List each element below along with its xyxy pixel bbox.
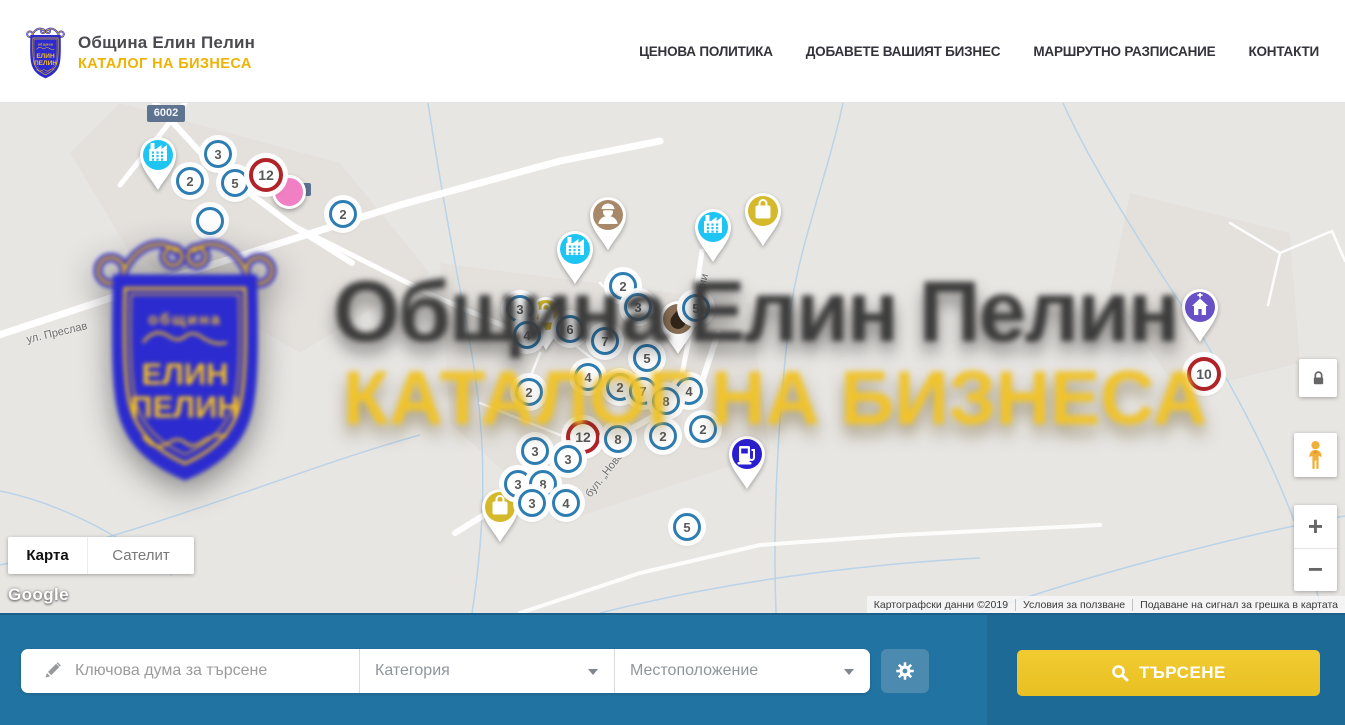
main-nav: ЦЕНОВА ПОЛИТИКА ДОБАВЕТЕ ВАШИЯТ БИЗНЕС М… bbox=[639, 0, 1319, 103]
site-title: Община Елин Пелин bbox=[78, 33, 255, 53]
cluster-marker[interactable]: 12 bbox=[249, 158, 283, 192]
google-logo[interactable]: Google bbox=[8, 585, 69, 605]
attribution-terms-link[interactable]: Условия за ползване bbox=[1015, 599, 1132, 611]
map-lock-button[interactable] bbox=[1299, 359, 1337, 397]
cluster-marker[interactable]: 2 bbox=[329, 200, 357, 228]
zoom-in-button[interactable]: + bbox=[1294, 505, 1337, 549]
chevron-down-icon bbox=[588, 669, 598, 675]
cluster-marker[interactable]: 2 bbox=[515, 378, 543, 406]
lock-icon bbox=[1310, 370, 1327, 387]
cluster-marker[interactable]: 3 bbox=[554, 445, 582, 473]
cluster-marker[interactable]: 5 bbox=[673, 513, 701, 541]
zoom-control: + − bbox=[1294, 505, 1337, 591]
map-pin-factory-icon[interactable] bbox=[552, 228, 598, 291]
cluster-marker[interactable]: 10 bbox=[1187, 357, 1221, 391]
search-settings-button[interactable] bbox=[881, 649, 929, 693]
category-dropdown[interactable]: Категория bbox=[360, 649, 615, 693]
cluster-marker[interactable]: 3 bbox=[518, 489, 546, 517]
cluster-marker[interactable]: 7 bbox=[591, 327, 619, 355]
map-view-button[interactable]: Карта bbox=[8, 537, 88, 574]
cluster-marker[interactable]: 2 bbox=[649, 422, 677, 450]
cluster-marker[interactable]: 8 bbox=[604, 425, 632, 453]
cluster-marker[interactable]: 5 bbox=[682, 294, 710, 322]
search-button-label: ТЪРСЕНЕ bbox=[1139, 663, 1226, 683]
search-bar: ТЪРСЕНЕ Категория Местоположение bbox=[0, 613, 1345, 725]
keyword-field-section bbox=[21, 649, 360, 693]
attribution-report-error-link[interactable]: Подаване на сигнал за грешка в картата bbox=[1132, 599, 1345, 611]
municipality-shield-icon: община ЕЛИН ПЕЛИН bbox=[22, 22, 69, 82]
nav-add-your-business[interactable]: ДОБАВЕТЕ ВАШИЯТ БИЗНЕС bbox=[806, 44, 1001, 59]
chevron-down-icon bbox=[844, 669, 854, 675]
svg-text:ЕЛИН: ЕЛИН bbox=[36, 53, 55, 60]
pegman-icon bbox=[1304, 440, 1327, 471]
svg-text:ПЕЛИН: ПЕЛИН bbox=[34, 60, 57, 67]
cluster-marker[interactable]: 2 bbox=[176, 167, 204, 195]
cluster-marker[interactable]: 3 bbox=[624, 293, 652, 321]
page: община ЕЛИН ПЕЛИН Община Елин Пелин КАТА… bbox=[0, 0, 1345, 725]
map-pin-fuel-icon[interactable] bbox=[724, 433, 770, 496]
search-button[interactable]: ТЪРСЕНЕ bbox=[1017, 650, 1320, 696]
map-pin-factory-icon[interactable] bbox=[690, 206, 736, 269]
map-type-control: Карта Сателит bbox=[8, 537, 194, 574]
satellite-view-button[interactable]: Сателит bbox=[88, 537, 194, 574]
logo-text: Община Елин Пелин КАТАЛОГ НА БИЗНЕСА bbox=[78, 33, 255, 72]
cluster-marker[interactable]: 5 bbox=[221, 169, 249, 197]
cluster-marker[interactable]: 3 bbox=[506, 295, 534, 323]
location-dropdown[interactable]: Местоположение bbox=[615, 649, 870, 693]
cluster-marker[interactable]: 5 bbox=[633, 344, 661, 372]
cluster-marker[interactable]: 4 bbox=[552, 489, 580, 517]
road-number-shield: 6002 bbox=[147, 105, 185, 122]
category-dropdown-label: Категория bbox=[375, 662, 450, 680]
nav-pricing-policy[interactable]: ЦЕНОВА ПОЛИТИКА bbox=[639, 44, 773, 59]
nav-contacts[interactable]: КОНТАКТИ bbox=[1248, 44, 1319, 59]
header: община ЕЛИН ПЕЛИН Община Елин Пелин КАТА… bbox=[0, 0, 1345, 103]
pencil-icon bbox=[41, 660, 63, 682]
svg-text:община: община bbox=[38, 43, 53, 47]
search-bar-right-panel: ТЪРСЕНЕ bbox=[987, 615, 1345, 725]
nav-route-schedule[interactable]: МАРШРУТНО РАЗПИСАНИЕ bbox=[1033, 44, 1215, 59]
map-attribution: Картографски данни ©2019 Условия за полз… bbox=[867, 596, 1345, 613]
map-canvas[interactable]: 32512223356475422748221283338345106002ул… bbox=[0, 103, 1345, 613]
search-fields: Категория Местоположение bbox=[21, 649, 870, 693]
cluster-marker[interactable]: 6 bbox=[556, 315, 584, 343]
street-view-pegman-button[interactable] bbox=[1294, 433, 1337, 477]
search-icon bbox=[1111, 664, 1129, 682]
keyword-search-input[interactable] bbox=[75, 662, 359, 680]
map-pin-factory-icon[interactable] bbox=[135, 134, 181, 197]
attribution-copyright: Картографски данни ©2019 bbox=[867, 599, 1015, 611]
site-logo[interactable]: община ЕЛИН ПЕЛИН Община Елин Пелин КАТА… bbox=[22, 22, 255, 82]
gear-icon bbox=[894, 660, 916, 682]
cluster-marker[interactable]: 4 bbox=[513, 321, 541, 349]
zoom-out-button[interactable]: − bbox=[1294, 549, 1337, 592]
cluster-marker[interactable]: 4 bbox=[574, 363, 602, 391]
cluster-marker[interactable]: 2 bbox=[689, 415, 717, 443]
cluster-marker[interactable]: 8 bbox=[652, 387, 680, 415]
site-subtitle: КАТАЛОГ НА БИЗНЕСА bbox=[78, 56, 255, 72]
cluster-marker[interactable] bbox=[196, 207, 224, 235]
map-pin-bag-icon[interactable] bbox=[740, 190, 786, 253]
location-dropdown-label: Местоположение bbox=[630, 662, 758, 680]
map-pin-church-icon[interactable] bbox=[1177, 286, 1223, 349]
cluster-marker[interactable]: 3 bbox=[521, 437, 549, 465]
cluster-marker[interactable]: 3 bbox=[204, 140, 232, 168]
